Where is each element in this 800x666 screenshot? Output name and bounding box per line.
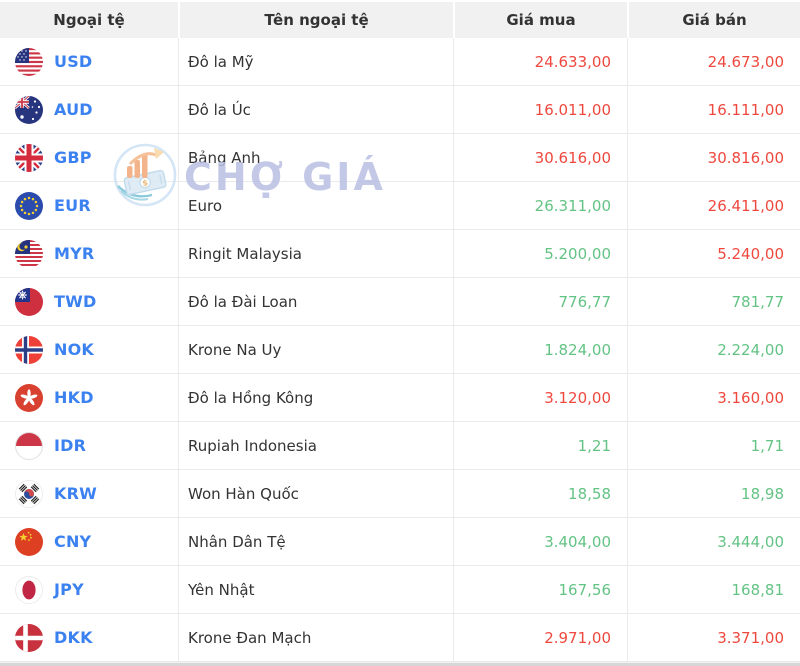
table-row[interactable]: MYR Ringit Malaysia 5.200,00 5.240,00 (0, 230, 800, 278)
sell-price: 781,77 (627, 278, 800, 325)
currency-name: Won Hàn Quốc (178, 470, 453, 517)
header-buy: Giá mua (453, 2, 627, 38)
table-header-row: Ngoại tệ Tên ngoại tệ Giá mua Giá bán (0, 0, 800, 38)
flag-eur-icon (15, 191, 43, 220)
buy-price: 30.616,00 (453, 134, 627, 181)
sell-price: 30.816,00 (627, 134, 800, 181)
currency-code-link[interactable]: JPY (54, 580, 84, 599)
buy-price: 26.311,00 (453, 182, 627, 229)
buy-price: 1,21 (453, 422, 627, 469)
flag-idr-icon (15, 431, 43, 460)
currency-code-link[interactable]: IDR (54, 436, 86, 455)
table-row[interactable]: AUD Đô la Úc 16.011,00 16.111,00 (0, 86, 800, 134)
buy-price: 5.200,00 (453, 230, 627, 277)
table-row[interactable]: JPY Yên Nhật 167,56 168,81 (0, 566, 800, 614)
buy-price: 1.824,00 (453, 326, 627, 373)
sell-price: 16.111,00 (627, 86, 800, 133)
currency-code-link[interactable]: CNY (54, 532, 91, 551)
flag-hkd-icon (15, 383, 43, 412)
currency-name: Euro (178, 182, 453, 229)
flag-krw-icon (15, 479, 43, 508)
table-row[interactable]: GBP Bảng Anh 30.616,00 30.816,00 (0, 134, 800, 182)
table-row[interactable]: TWD Đô la Đài Loan 776,77 781,77 (0, 278, 800, 326)
sell-price: 18,98 (627, 470, 800, 517)
currency-code-link[interactable]: MYR (54, 244, 94, 263)
buy-price: 2.971,00 (453, 614, 627, 661)
currency-code-link[interactable]: HKD (54, 388, 94, 407)
sell-price: 3.444,00 (627, 518, 800, 565)
buy-price: 16.011,00 (453, 86, 627, 133)
buy-price: 3.404,00 (453, 518, 627, 565)
currency-name: Đô la Hồng Kông (178, 374, 453, 421)
currency-code-link[interactable]: AUD (54, 100, 93, 119)
table-row[interactable]: NOK Krone Na Uy 1.824,00 2.224,00 (0, 326, 800, 374)
table-row[interactable]: KRW Won Hàn Quốc 18,58 18,98 (0, 470, 800, 518)
sell-price: 168,81 (627, 566, 800, 613)
sell-price: 3.160,00 (627, 374, 800, 421)
sell-price: 5.240,00 (627, 230, 800, 277)
table-row[interactable]: USD Đô la Mỹ 24.633,00 24.673,00 (0, 38, 800, 86)
header-sell: Giá bán (627, 2, 800, 38)
currency-name: Đô la Úc (178, 86, 453, 133)
flag-jpy-icon (15, 575, 43, 604)
sell-price: 26.411,00 (627, 182, 800, 229)
currency-name: Krone Na Uy (178, 326, 453, 373)
table-row[interactable]: DKK Krone Đan Mạch 2.971,00 3.371,00 (0, 614, 800, 662)
currency-name: Rupiah Indonesia (178, 422, 453, 469)
buy-price: 18,58 (453, 470, 627, 517)
currency-name: Krone Đan Mạch (178, 614, 453, 661)
currency-code-link[interactable]: USD (54, 52, 92, 71)
flag-usd-icon (15, 47, 43, 76)
exchange-rate-table: Ngoại tệ Tên ngoại tệ Giá mua Giá bán US… (0, 0, 800, 666)
flag-twd-icon (15, 287, 43, 316)
flag-dkk-icon (15, 623, 43, 652)
currency-code-link[interactable]: NOK (54, 340, 94, 359)
sell-price: 3.371,00 (627, 614, 800, 661)
flag-aud-icon (15, 95, 43, 124)
currency-name: Ringit Malaysia (178, 230, 453, 277)
table-row[interactable]: HKD Đô la Hồng Kông 3.120,00 3.160,00 (0, 374, 800, 422)
next-section-edge (0, 662, 800, 666)
flag-gbp-icon (15, 143, 43, 172)
buy-price: 24.633,00 (453, 38, 627, 85)
currency-name: Nhân Dân Tệ (178, 518, 453, 565)
buy-price: 3.120,00 (453, 374, 627, 421)
currency-code-link[interactable]: DKK (54, 628, 93, 647)
sell-price: 2.224,00 (627, 326, 800, 373)
currency-code-link[interactable]: KRW (54, 484, 97, 503)
sell-price: 24.673,00 (627, 38, 800, 85)
table-row[interactable]: EUR Euro 26.311,00 26.411,00 (0, 182, 800, 230)
table-row[interactable]: CNY Nhân Dân Tệ 3.404,00 3.444,00 (0, 518, 800, 566)
currency-name: Đô la Mỹ (178, 38, 453, 85)
flag-nok-icon (15, 335, 43, 364)
currency-code-link[interactable]: EUR (54, 196, 91, 215)
buy-price: 167,56 (453, 566, 627, 613)
currency-name: Bảng Anh (178, 134, 453, 181)
header-name: Tên ngoại tệ (178, 2, 453, 38)
currency-name: Yên Nhật (178, 566, 453, 613)
currency-code-link[interactable]: TWD (54, 292, 96, 311)
exchange-rate-page: Ngoại tệ Tên ngoại tệ Giá mua Giá bán US… (0, 0, 800, 666)
header-currency: Ngoại tệ (0, 2, 178, 38)
table-row[interactable]: IDR Rupiah Indonesia 1,21 1,71 (0, 422, 800, 470)
currency-code-link[interactable]: GBP (54, 148, 92, 167)
flag-cny-icon (15, 527, 43, 556)
sell-price: 1,71 (627, 422, 800, 469)
currency-name: Đô la Đài Loan (178, 278, 453, 325)
buy-price: 776,77 (453, 278, 627, 325)
flag-myr-icon (15, 239, 43, 268)
